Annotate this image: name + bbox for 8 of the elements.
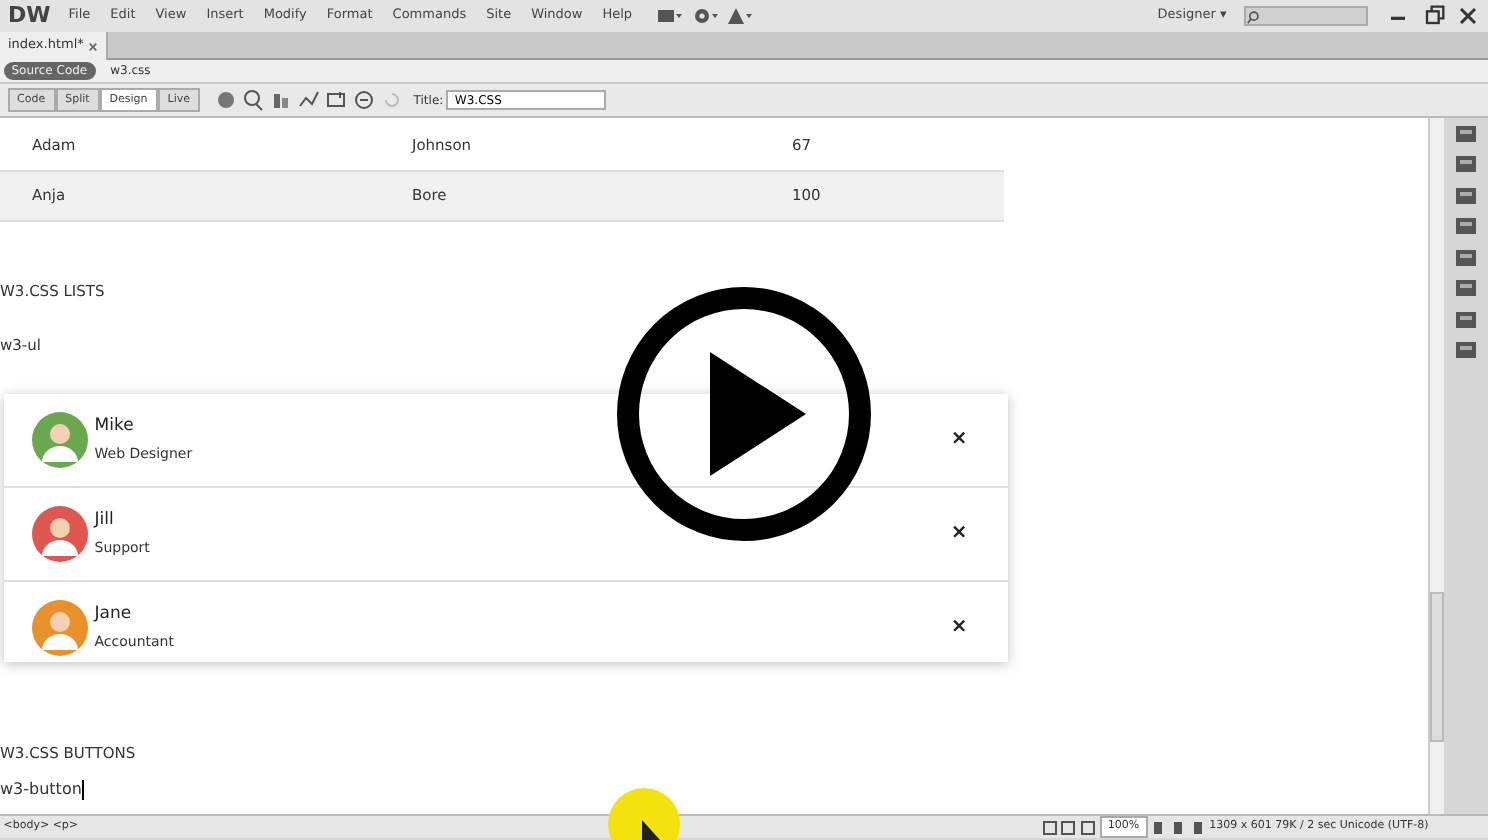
typed-text: w3-button bbox=[0, 779, 82, 798]
close-button[interactable]: × bbox=[938, 516, 980, 550]
app-logo: DW bbox=[6, 0, 53, 32]
person-name: Mike bbox=[94, 414, 136, 440]
person-name: Jane bbox=[94, 602, 134, 628]
close-button[interactable]: × bbox=[938, 422, 980, 456]
person-name: Jill bbox=[94, 508, 116, 534]
close-button[interactable]: × bbox=[938, 610, 980, 644]
